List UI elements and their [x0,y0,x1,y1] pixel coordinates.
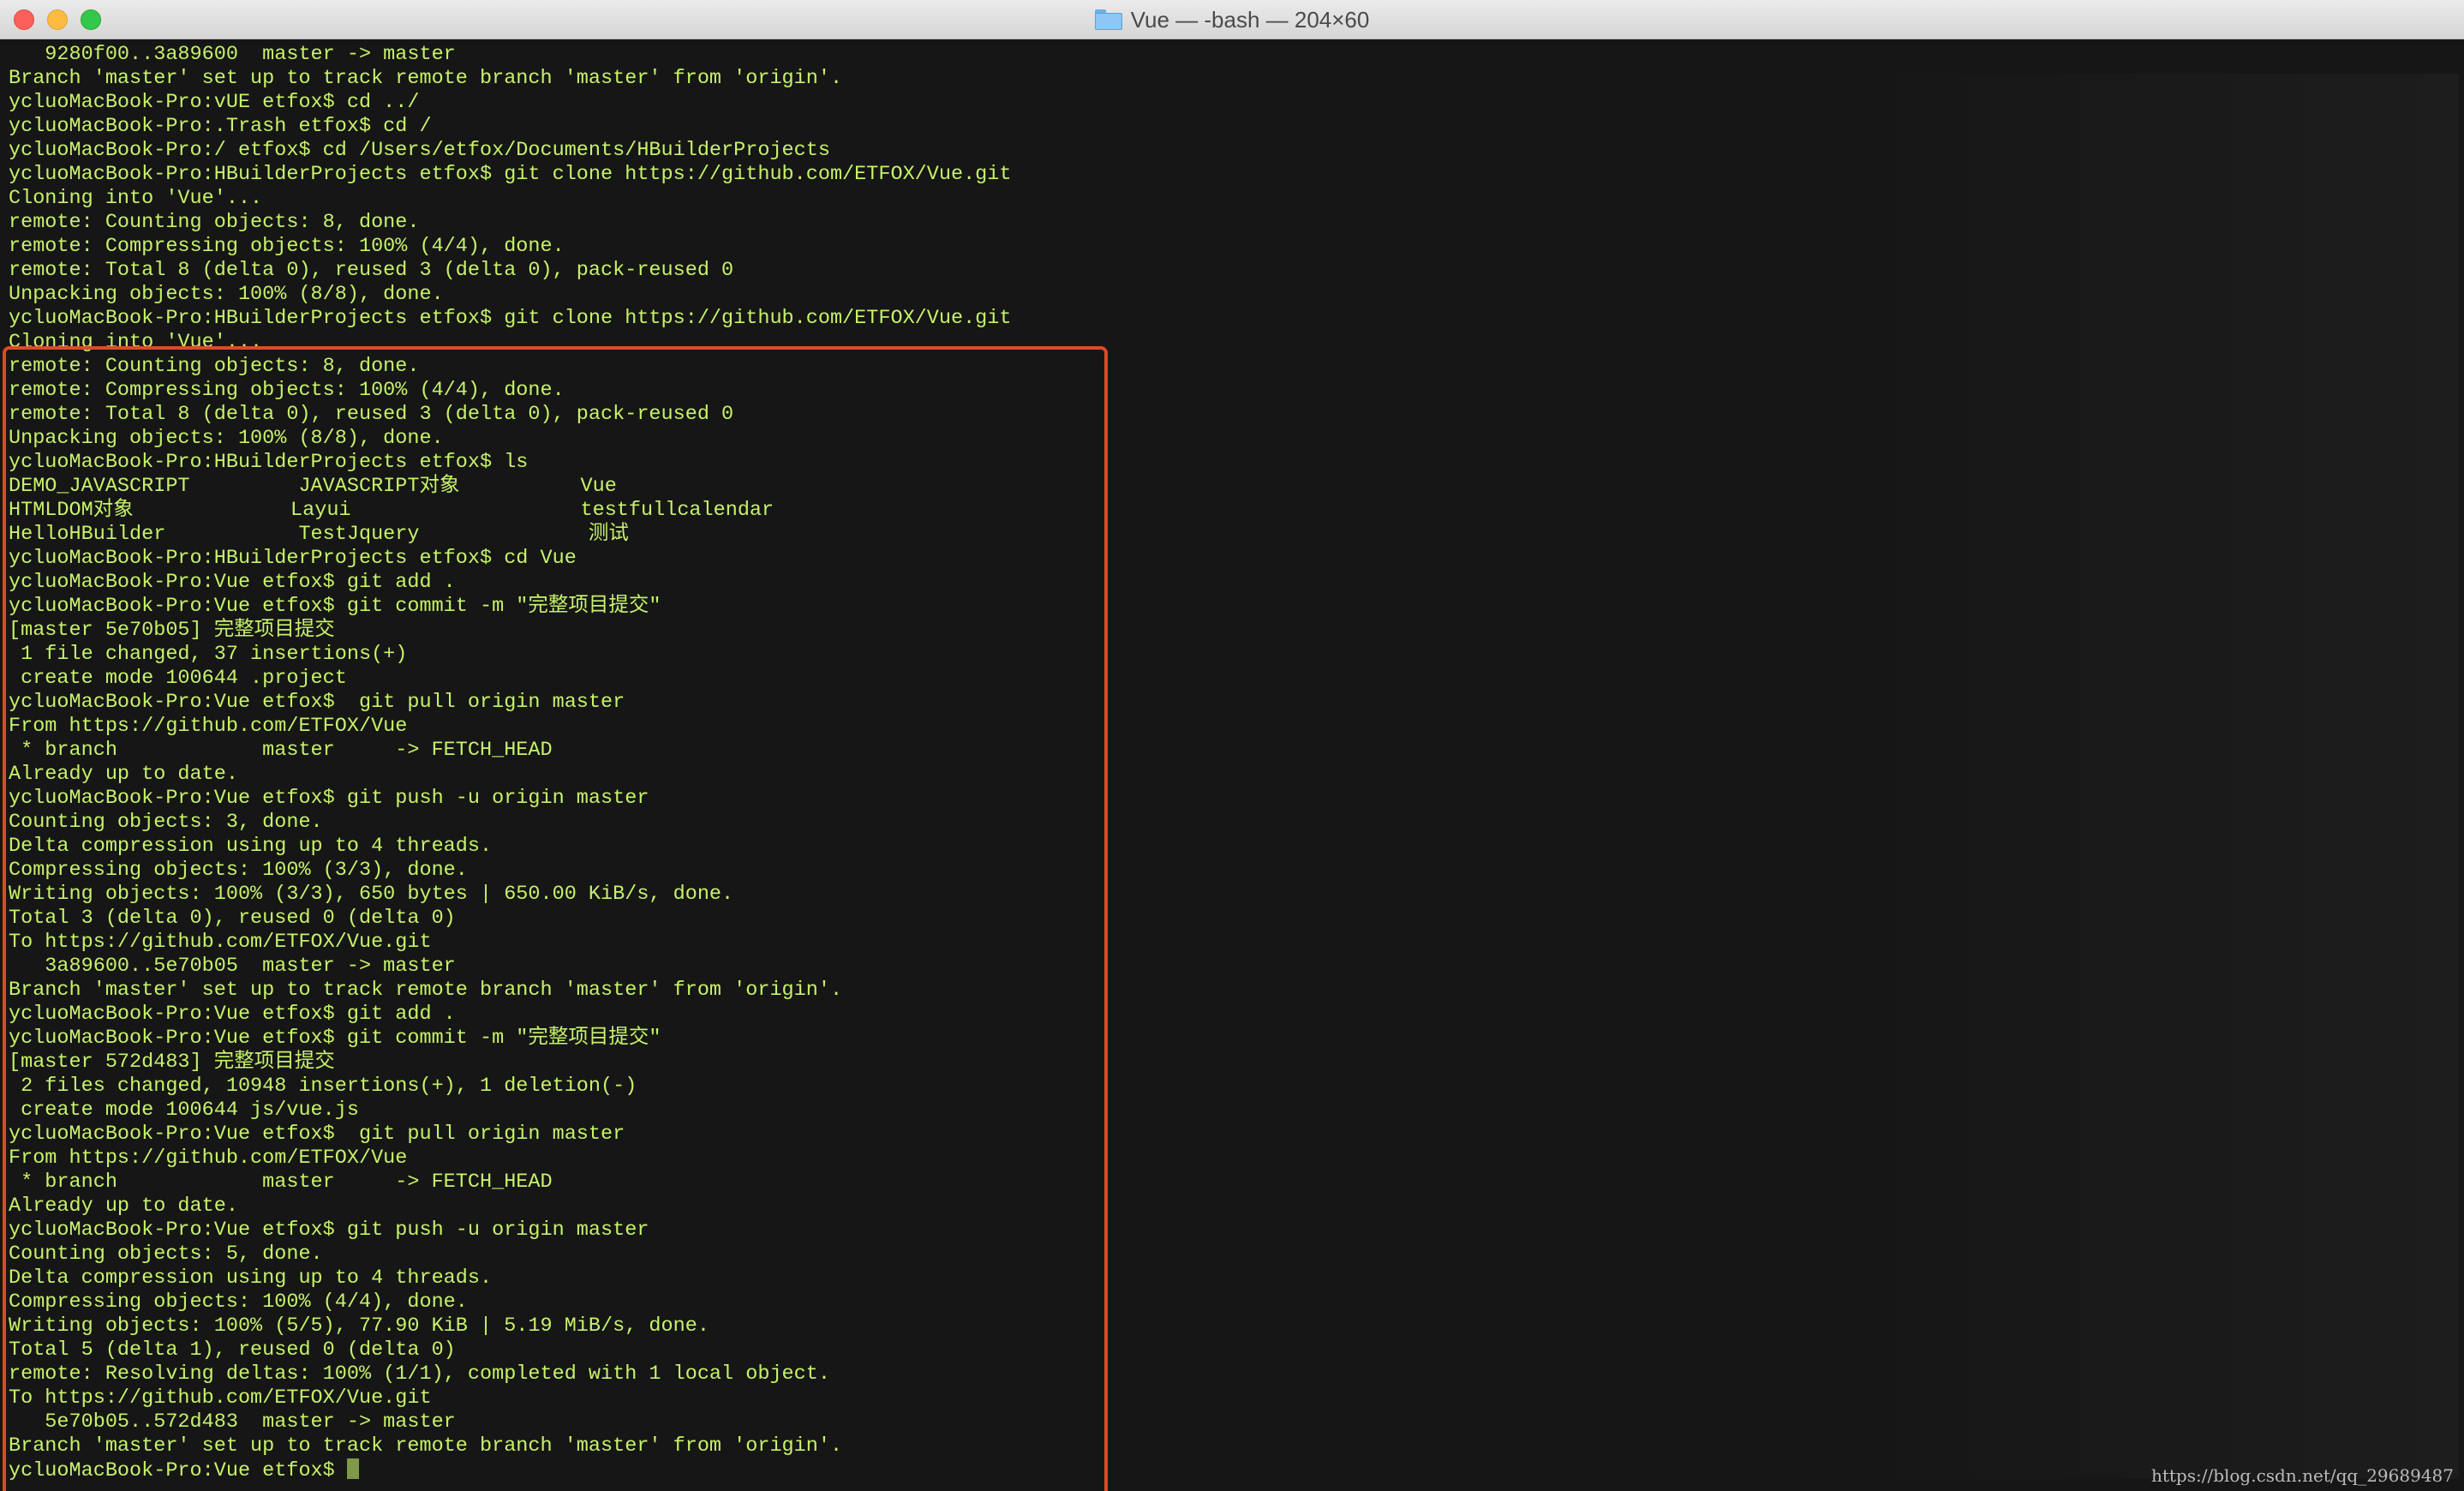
terminal-content[interactable]: 9280f00..3a89600 master -> master Branch … [0,39,2464,1491]
terminal-line: Unpacking objects: 100% (8/8), done. [9,283,444,306]
terminal-line: ycluoMacBook-Pro:HBuilderProjects etfox$… [9,163,1012,186]
terminal-line: ycluoMacBook-Pro:/ etfox$ cd /Users/etfo… [9,139,830,162]
terminal-line: ycluoMacBook-Pro:HBuilderProjects etfox$… [9,307,1012,330]
folder-icon [1094,9,1122,30]
terminal-window: Vue — -bash — 204×60 9280f00..3a89600 ma… [0,0,2464,1491]
window-title-container: Vue — -bash — 204×60 [0,0,2464,39]
highlight-annotation-box [3,346,1108,1491]
terminal-line: 9280f00..3a89600 master -> master [9,43,456,66]
window-title: Vue — -bash — 204×60 [1130,6,1370,33]
terminal-line: remote: Counting objects: 8, done. [9,211,420,234]
background-window-ghost [1842,74,2459,1479]
title-bar[interactable]: Vue — -bash — 204×60 [0,0,2464,39]
watermark: https://blog.csdn.net/qq_29689487 [2150,1465,2454,1486]
terminal-line: Branch 'master' set up to track remote b… [9,67,843,90]
terminal-line: Cloning into 'Vue'... [9,187,263,210]
terminal-line: ycluoMacBook-Pro:vUE etfox$ cd ../ [9,91,420,114]
terminal-line: remote: Total 8 (delta 0), reused 3 (del… [9,259,734,282]
terminal-line: remote: Compressing objects: 100% (4/4),… [9,235,565,258]
terminal-line: ycluoMacBook-Pro:.Trash etfox$ cd / [9,115,432,138]
